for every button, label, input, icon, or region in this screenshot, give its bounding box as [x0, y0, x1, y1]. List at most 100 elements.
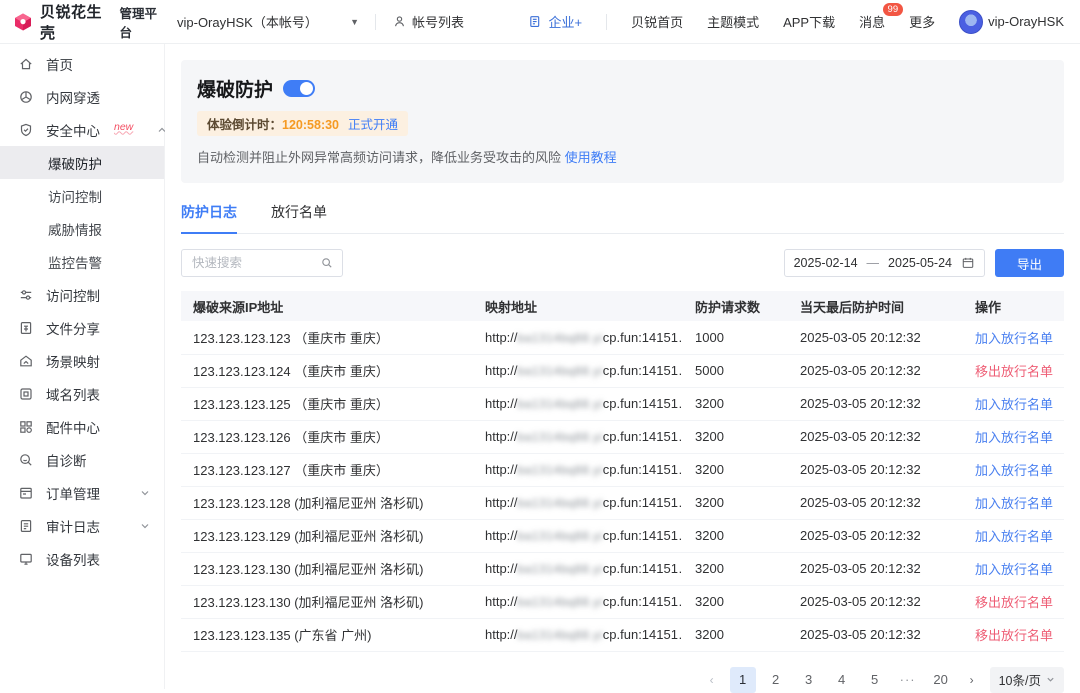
sidebar-item-intranet-tunnel[interactable]: 内网穿透	[0, 80, 164, 113]
search-icon[interactable]	[320, 256, 334, 270]
sidebar-item-domain-list[interactable]: 域名列表	[0, 377, 164, 410]
row-action-link[interactable]: 移出放行名单	[975, 595, 1053, 610]
domain-list-icon	[18, 386, 34, 402]
cell-mapped-address: http://ba1314bq88.yicp.fun:14151…	[473, 453, 683, 486]
beirui-home-link[interactable]: 贝锐首页	[631, 12, 683, 31]
cell-last-protect-time: 2025-03-05 20:12:32	[788, 354, 963, 387]
chevron-down-icon	[1046, 675, 1055, 684]
logo-text: 贝锐花生壳	[40, 1, 111, 43]
cell-source-ip: 123.123.123.128 (加利福尼亚州 洛杉矶)	[181, 486, 473, 519]
cell-source-ip: 123.123.123.135 (广东省 广州)	[181, 618, 473, 651]
table-row: 123.123.123.130 (加利福尼亚州 洛杉矶) http://ba13…	[181, 552, 1064, 585]
tutorial-link[interactable]: 使用教程	[565, 150, 617, 165]
cell-request-count: 1000	[683, 321, 788, 354]
audit-log-icon	[18, 518, 34, 534]
sidebar-item-scene-mapping[interactable]: 场景映射	[0, 344, 164, 377]
row-action-link[interactable]: 加入放行名单	[975, 331, 1053, 346]
next-page-button[interactable]: ›	[961, 673, 983, 687]
row-action-link[interactable]: 加入放行名单	[975, 463, 1053, 478]
person-icon	[392, 14, 407, 29]
cell-last-protect-time: 2025-03-05 20:12:32	[788, 519, 963, 552]
sidebar-item-access-control[interactable]: 访问控制	[0, 278, 164, 311]
sidebar-item-self-diagnosis[interactable]: 自诊断	[0, 443, 164, 476]
page-size-value: 10条/页	[999, 670, 1041, 689]
theme-mode-label: 主题模式	[707, 12, 759, 31]
sidebar-item-threat-intel[interactable]: 威胁情报	[0, 212, 164, 245]
app-download-link[interactable]: APP下载	[783, 12, 835, 31]
row-action-link[interactable]: 加入放行名单	[975, 529, 1053, 544]
cell-request-count: 3200	[683, 486, 788, 519]
cell-last-protect-time: 2025-03-05 20:12:32	[788, 453, 963, 486]
sidebar-item-security-center[interactable]: 安全中心 new	[0, 113, 164, 146]
messages-link[interactable]: 消息 99	[859, 12, 885, 31]
sidebar-item-audit-log[interactable]: 审计日志	[0, 509, 164, 542]
cell-source-ip: 123.123.123.129 (加利福尼亚州 洛杉矶)	[181, 519, 473, 552]
cell-source-ip: 123.123.123.125 （重庆市 重庆）	[181, 387, 473, 420]
cell-source-ip: 123.123.123.130 (加利福尼亚州 洛杉矶)	[181, 585, 473, 618]
sidebar-item-components-center[interactable]: 配件中心	[0, 410, 164, 443]
account-list-button[interactable]: 帐号列表	[392, 12, 464, 31]
column-mapped-address: 映射地址	[473, 291, 683, 321]
sidebar-item-order-management[interactable]: 订单管理	[0, 476, 164, 509]
sidebar-label: 配件中心	[46, 417, 100, 437]
theme-mode-link[interactable]: 主题模式	[707, 12, 759, 31]
sidebar-label: 首页	[46, 54, 73, 74]
cell-source-ip: 123.123.123.130 (加利福尼亚州 洛杉矶)	[181, 552, 473, 585]
search-input[interactable]	[192, 256, 320, 270]
file-share-icon	[18, 320, 34, 336]
table-row: 123.123.123.125 （重庆市 重庆） http://ba1314bq…	[181, 387, 1064, 420]
tab-protection-log[interactable]: 防护日志	[181, 202, 237, 234]
logo-suffix: 管理平台	[120, 3, 166, 41]
orders-icon	[18, 485, 34, 501]
row-action-link[interactable]: 加入放行名单	[975, 496, 1053, 511]
cell-mapped-address: http://ba1314bq88.yicp.fun:14151…	[473, 585, 683, 618]
sidebar-item-access-control-sub[interactable]: 访问控制	[0, 179, 164, 212]
row-action-link[interactable]: 移出放行名单	[975, 628, 1053, 643]
account-selector[interactable]: vip-OrayHSK（本帐号） ▼	[177, 12, 359, 31]
date-start: 2025-02-14	[794, 256, 858, 270]
activate-link[interactable]: 正式开通	[348, 114, 398, 133]
sidebar-label: 审计日志	[46, 516, 100, 536]
feature-toggle[interactable]	[283, 80, 315, 97]
avatar	[959, 10, 983, 34]
sidebar-item-brute-force-protection[interactable]: 爆破防护	[0, 146, 164, 179]
enterprise-link[interactable]: 企业+	[528, 12, 582, 31]
chevron-down-icon: ▼	[350, 17, 359, 27]
sidebar-item-device-list[interactable]: 设备列表	[0, 542, 164, 575]
device-list-icon	[18, 551, 34, 567]
trial-countdown-value: 120:58:30	[282, 118, 339, 132]
row-action-link[interactable]: 加入放行名单	[975, 562, 1053, 577]
sidebar-label: 设备列表	[46, 549, 100, 569]
cell-request-count: 5000	[683, 354, 788, 387]
cell-source-ip: 123.123.123.127 （重庆市 重庆）	[181, 453, 473, 486]
row-action-link[interactable]: 移出放行名单	[975, 364, 1053, 379]
prev-page-button[interactable]: ‹	[701, 673, 723, 687]
more-link[interactable]: 更多	[909, 12, 935, 31]
sidebar-item-home[interactable]: 首页	[0, 47, 164, 80]
tab-allowlist[interactable]: 放行名单	[271, 202, 327, 233]
row-action-link[interactable]: 加入放行名单	[975, 397, 1053, 412]
blurred-segment: ba1314bq88.yi	[518, 397, 603, 411]
cell-last-protect-time: 2025-03-05 20:12:32	[788, 618, 963, 651]
table-row: 123.123.123.129 (加利福尼亚州 洛杉矶) http://ba13…	[181, 519, 1064, 552]
search-box	[181, 249, 343, 277]
user-menu[interactable]: vip-OrayHSK	[959, 10, 1064, 34]
sidebar-label: 订单管理	[46, 483, 100, 503]
tab-bar: 防护日志 放行名单	[181, 202, 1064, 234]
cell-last-protect-time: 2025-03-05 20:12:32	[788, 486, 963, 519]
sidebar-label: 访问控制	[48, 186, 102, 206]
top-header: 贝锐花生壳 管理平台 vip-OrayHSK（本帐号） ▼ 帐号列表 企业+ 贝…	[0, 0, 1080, 44]
date-end: 2025-05-24	[888, 256, 952, 270]
date-range-picker[interactable]: 2025-02-14 — 2025-05-24	[784, 249, 985, 277]
chevron-down-icon	[140, 488, 150, 498]
sidebar-item-file-share[interactable]: 文件分享	[0, 311, 164, 344]
sidebar-item-monitor-alert[interactable]: 监控告警	[0, 245, 164, 278]
table-body: 123.123.123.123 （重庆市 重庆） http://ba1314bq…	[181, 321, 1064, 651]
export-button[interactable]: 导出	[995, 249, 1064, 277]
cell-last-protect-time: 2025-03-05 20:12:32	[788, 321, 963, 354]
row-action-link[interactable]: 加入放行名单	[975, 430, 1053, 445]
messages-badge: 99	[883, 3, 904, 16]
blurred-segment: ba1314bq88.yi	[518, 562, 603, 576]
cell-source-ip: 123.123.123.124 （重庆市 重庆）	[181, 354, 473, 387]
feature-hero-card: 爆破防护 体验倒计时：120:58:30 正式开通 自动检测并阻止外网异常高频访…	[181, 60, 1064, 183]
